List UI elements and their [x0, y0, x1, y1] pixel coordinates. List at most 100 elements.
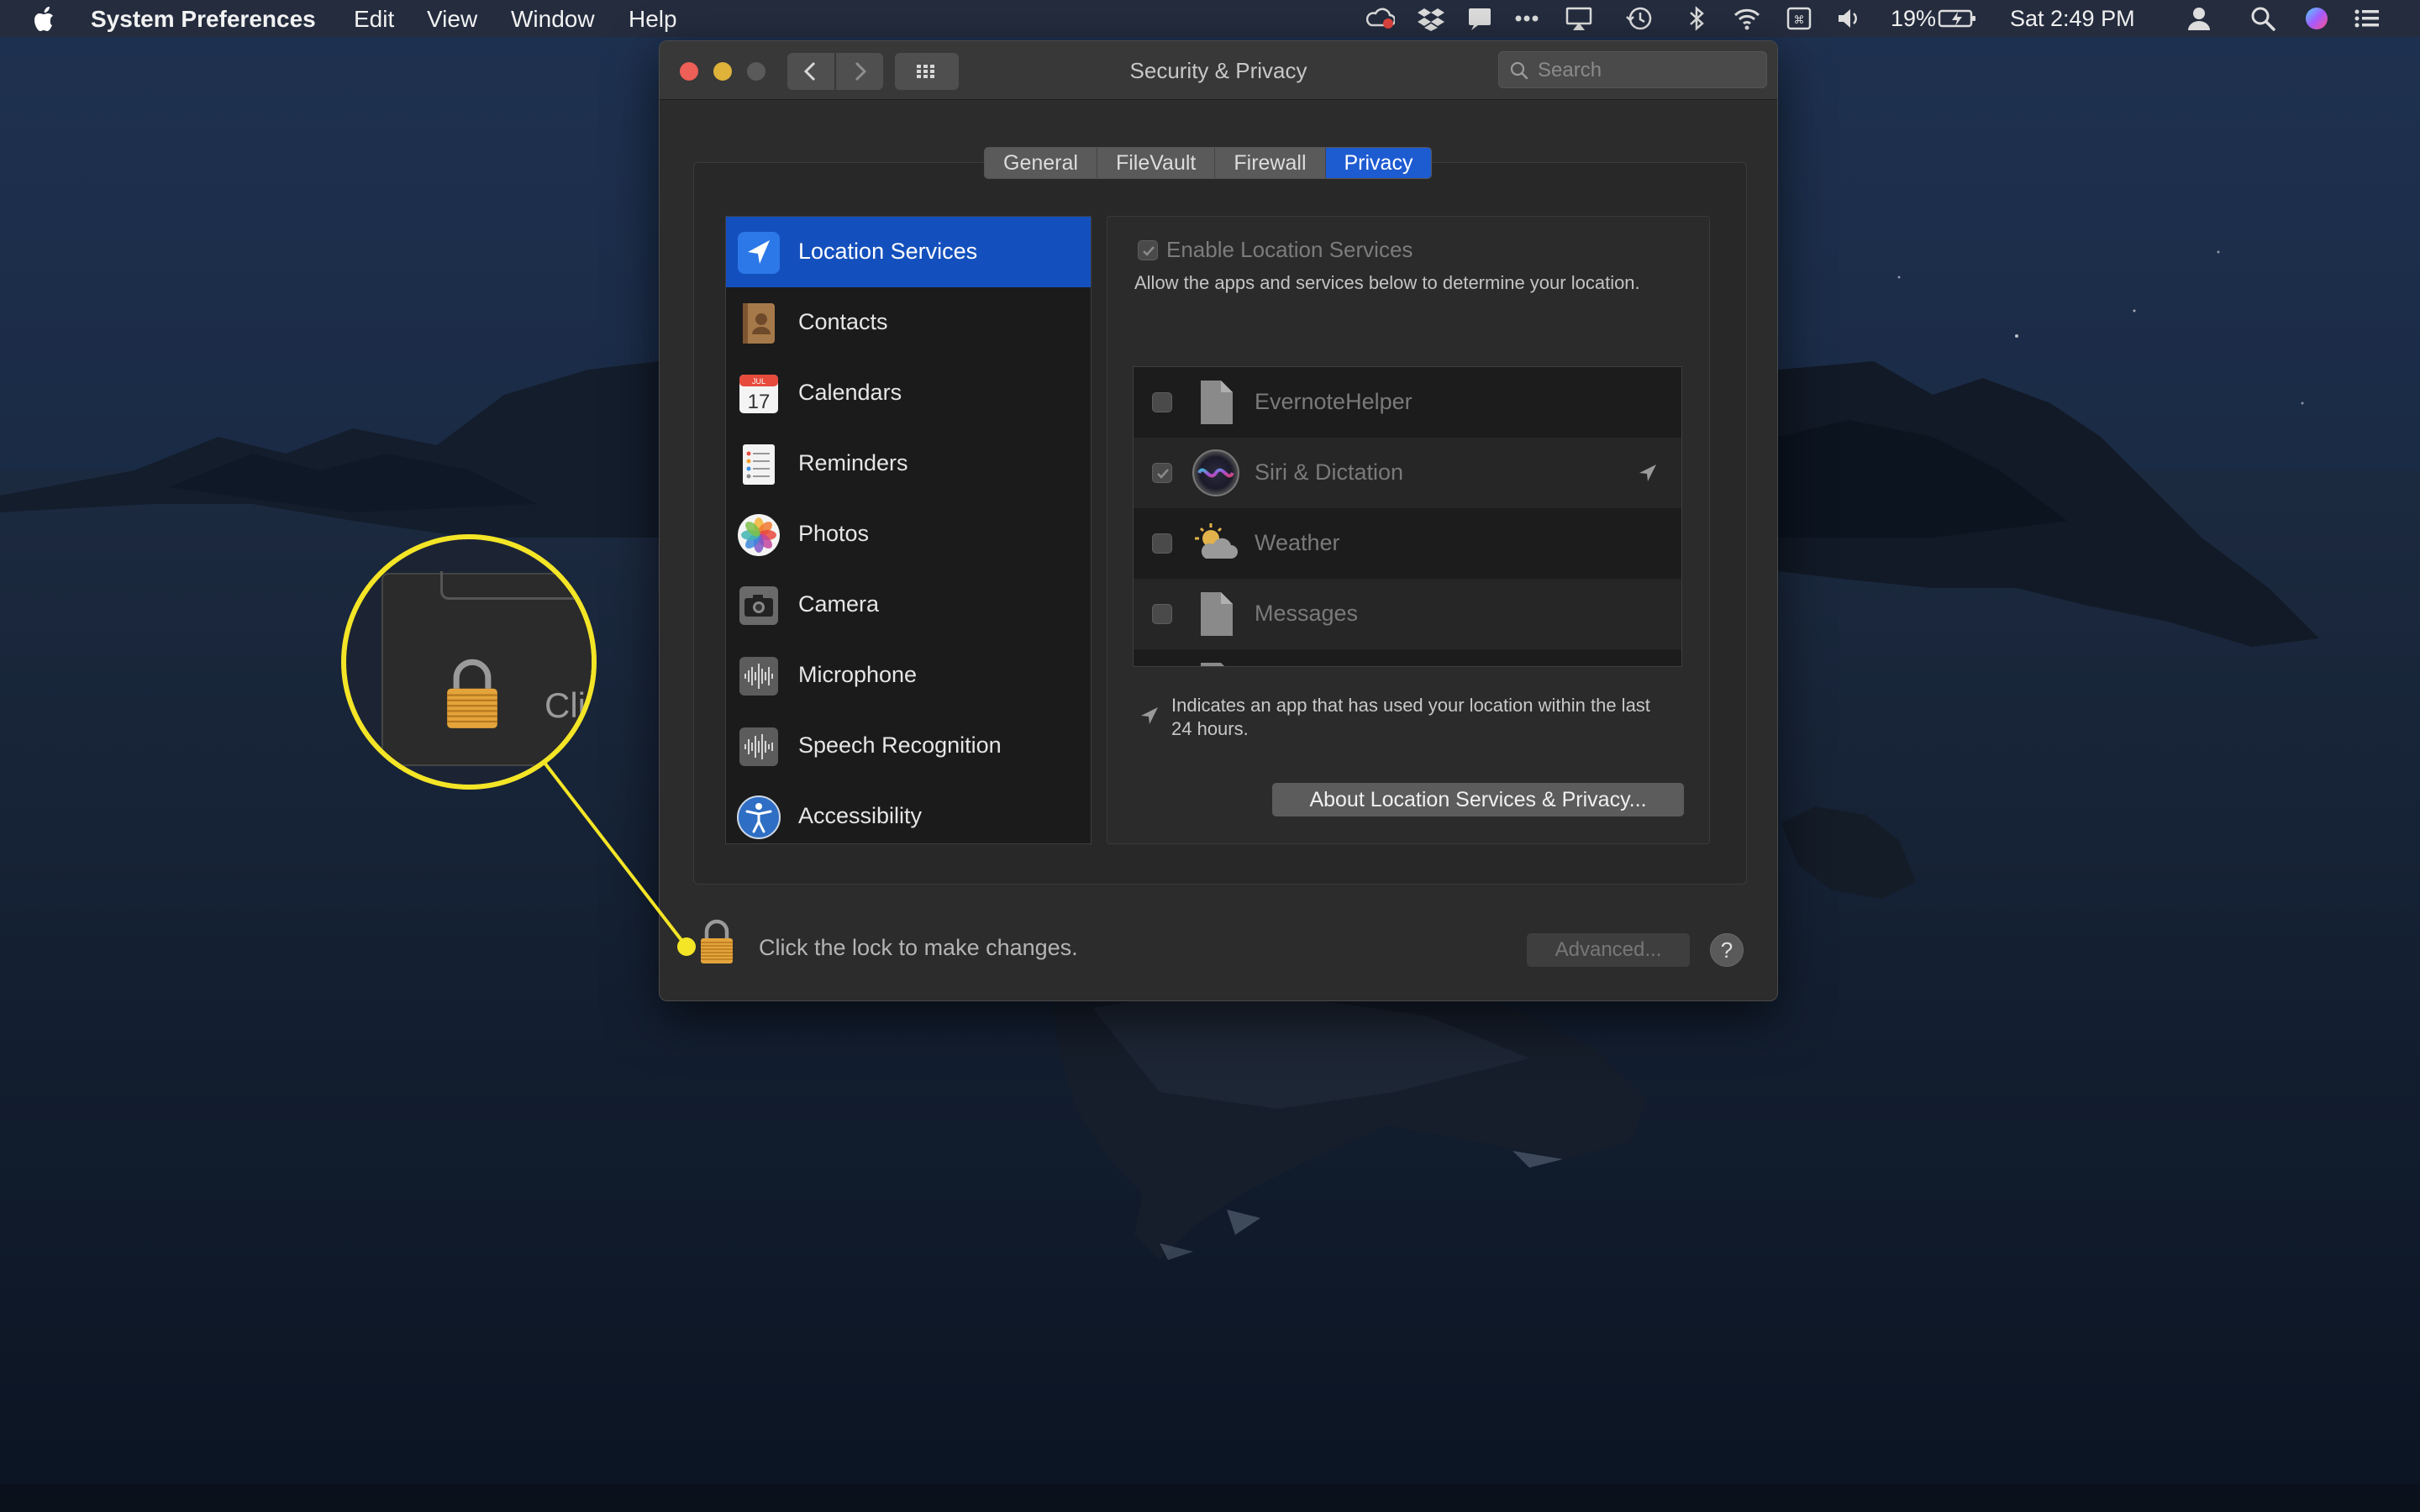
sidebar-item-label: Reminders — [798, 450, 908, 475]
callout-text: Clic — [544, 685, 592, 725]
microphone-icon — [739, 657, 778, 696]
generic-document-icon — [1201, 663, 1224, 666]
menu-app-name[interactable]: System Preferences — [91, 6, 316, 33]
location-services-pane: Enable Location Services Allow the apps … — [1107, 216, 1710, 844]
more-dots-icon[interactable] — [1512, 5, 1541, 32]
search-icon — [1510, 61, 1528, 80]
location-legend-text: Indicates an app that has used your loca… — [1171, 695, 1650, 739]
notification-icon[interactable] — [1465, 5, 1494, 32]
help-button[interactable]: ? — [1710, 933, 1744, 967]
location-arrow-legend-icon — [1141, 707, 1158, 724]
contacts-icon — [743, 303, 775, 344]
search-placeholder: Search — [1538, 59, 1602, 81]
app-row-messages[interactable]: Messages — [1134, 579, 1681, 649]
spotlight-icon[interactable] — [2249, 5, 2277, 32]
tab-bar: General FileVault Firewall Privacy — [984, 147, 1433, 179]
app-list[interactable]: EvernoteHelper Siri & Dictation Weather … — [1133, 366, 1682, 667]
speech-recognition-icon — [739, 727, 778, 766]
calendar-day: 17 — [748, 391, 771, 413]
menu-help[interactable]: Help — [629, 6, 677, 33]
enable-location-services-checkbox[interactable] — [1138, 240, 1158, 260]
calendar-icon: JUL 17 — [739, 375, 778, 413]
weather-icon — [1195, 523, 1238, 559]
menu-window[interactable]: Window — [511, 6, 595, 33]
callout-zoomed-window: Clic — [381, 571, 592, 766]
tab-filevault[interactable]: FileVault — [1097, 148, 1216, 178]
airplay-icon[interactable] — [1565, 5, 1593, 32]
sidebar-item-label: Speech Recognition — [798, 732, 1002, 758]
callout-zoomed-edge — [440, 571, 592, 600]
notification-center-icon[interactable] — [2353, 5, 2381, 32]
app-checkbox[interactable] — [1152, 533, 1172, 554]
battery-icon[interactable] — [1938, 5, 1978, 32]
callout-anchor-dot — [677, 937, 696, 956]
accessibility-icon — [737, 795, 781, 839]
lock-icon[interactable] — [698, 918, 735, 965]
sidebar-item-calendars[interactable]: JUL 17 Calendars — [726, 358, 1091, 428]
battery-percent[interactable]: 19% — [1891, 6, 1936, 32]
input-source-icon[interactable]: ⌘ — [1785, 5, 1813, 32]
sidebar-item-camera[interactable]: Camera — [726, 570, 1091, 640]
sidebar-item-label: Microphone — [798, 662, 918, 687]
app-row-siri-dictation[interactable]: Siri & Dictation — [1134, 438, 1681, 508]
app-row-evernotehelper[interactable]: EvernoteHelper — [1134, 367, 1681, 438]
menu-edit[interactable]: Edit — [354, 6, 394, 33]
dropbox-icon[interactable] — [1417, 5, 1445, 32]
app-name: Messages — [1255, 601, 1359, 626]
app-checkbox[interactable] — [1152, 604, 1172, 624]
about-location-services-button[interactable]: About Location Services & Privacy... — [1272, 783, 1684, 816]
app-checkbox[interactable] — [1152, 392, 1172, 412]
tab-firewall[interactable]: Firewall — [1215, 148, 1326, 178]
location-arrow-icon — [738, 232, 780, 274]
generic-document-icon — [1201, 592, 1233, 636]
sidebar-item-accessibility[interactable]: Accessibility — [726, 781, 1091, 843]
app-checkbox[interactable] — [1152, 463, 1172, 483]
svg-text:⌘: ⌘ — [1794, 14, 1805, 27]
sidebar-item-speech-recognition[interactable]: Speech Recognition — [726, 711, 1091, 781]
sidebar-item-label: Location Services — [798, 239, 978, 264]
tab-privacy[interactable]: Privacy — [1325, 148, 1432, 178]
sidebar-item-label: Contacts — [798, 309, 888, 334]
bluetooth-icon[interactable] — [1682, 5, 1711, 32]
zoom-callout: Clic — [341, 534, 597, 790]
time-machine-icon[interactable] — [1625, 5, 1654, 32]
sidebar-item-label: Calendars — [798, 380, 902, 405]
app-row-partial — [1134, 649, 1681, 666]
lock-icon — [447, 659, 497, 728]
tab-general[interactable]: General — [985, 148, 1097, 178]
creative-cloud-icon[interactable] — [1366, 5, 1395, 32]
recent-location-arrow-icon — [1639, 465, 1656, 481]
photos-icon — [738, 514, 780, 556]
wifi-icon[interactable] — [1733, 5, 1761, 32]
title-bar: Security & Privacy Search — [660, 41, 1777, 100]
checkmark-icon — [1143, 246, 1155, 256]
app-name: Siri & Dictation — [1255, 459, 1404, 485]
camera-icon — [739, 586, 778, 625]
sidebar-item-reminders[interactable]: Reminders — [726, 428, 1091, 499]
app-name: Weather — [1255, 530, 1340, 555]
search-field[interactable]: Search — [1498, 51, 1767, 88]
sidebar-item-location-services[interactable]: Location Services — [726, 217, 1091, 287]
siri-icon[interactable] — [2302, 5, 2331, 32]
sidebar-item-label: Camera — [798, 591, 880, 617]
sidebar-item-photos[interactable]: Photos — [726, 499, 1091, 570]
advanced-button[interactable]: Advanced... — [1527, 933, 1690, 967]
lock-instruction-text: Click the lock to make changes. — [759, 935, 1078, 960]
volume-icon[interactable] — [1835, 5, 1864, 32]
sidebar-item-contacts[interactable]: Contacts — [726, 287, 1091, 358]
calendar-month: JUL — [752, 377, 765, 386]
location-description: Allow the apps and services below to det… — [1134, 272, 1640, 293]
app-row-weather[interactable]: Weather — [1134, 508, 1681, 579]
sidebar-item-label: Photos — [798, 521, 870, 546]
privacy-sidebar: Location Services Contacts JUL 17 Calend… — [725, 216, 1092, 844]
menu-clock[interactable]: Sat 2:49 PM — [2010, 6, 2135, 32]
reminders-icon — [743, 444, 775, 485]
siri-icon — [1192, 449, 1239, 496]
sidebar-item-microphone[interactable]: Microphone — [726, 640, 1091, 711]
menu-view[interactable]: View — [427, 6, 477, 33]
user-icon[interactable] — [2185, 5, 2213, 32]
security-privacy-window: Security & Privacy Search General FileVa… — [659, 40, 1778, 1001]
apple-menu-icon[interactable] — [32, 5, 59, 34]
checkmark-icon — [1157, 469, 1169, 479]
sidebar-item-label: Accessibility — [798, 803, 923, 828]
